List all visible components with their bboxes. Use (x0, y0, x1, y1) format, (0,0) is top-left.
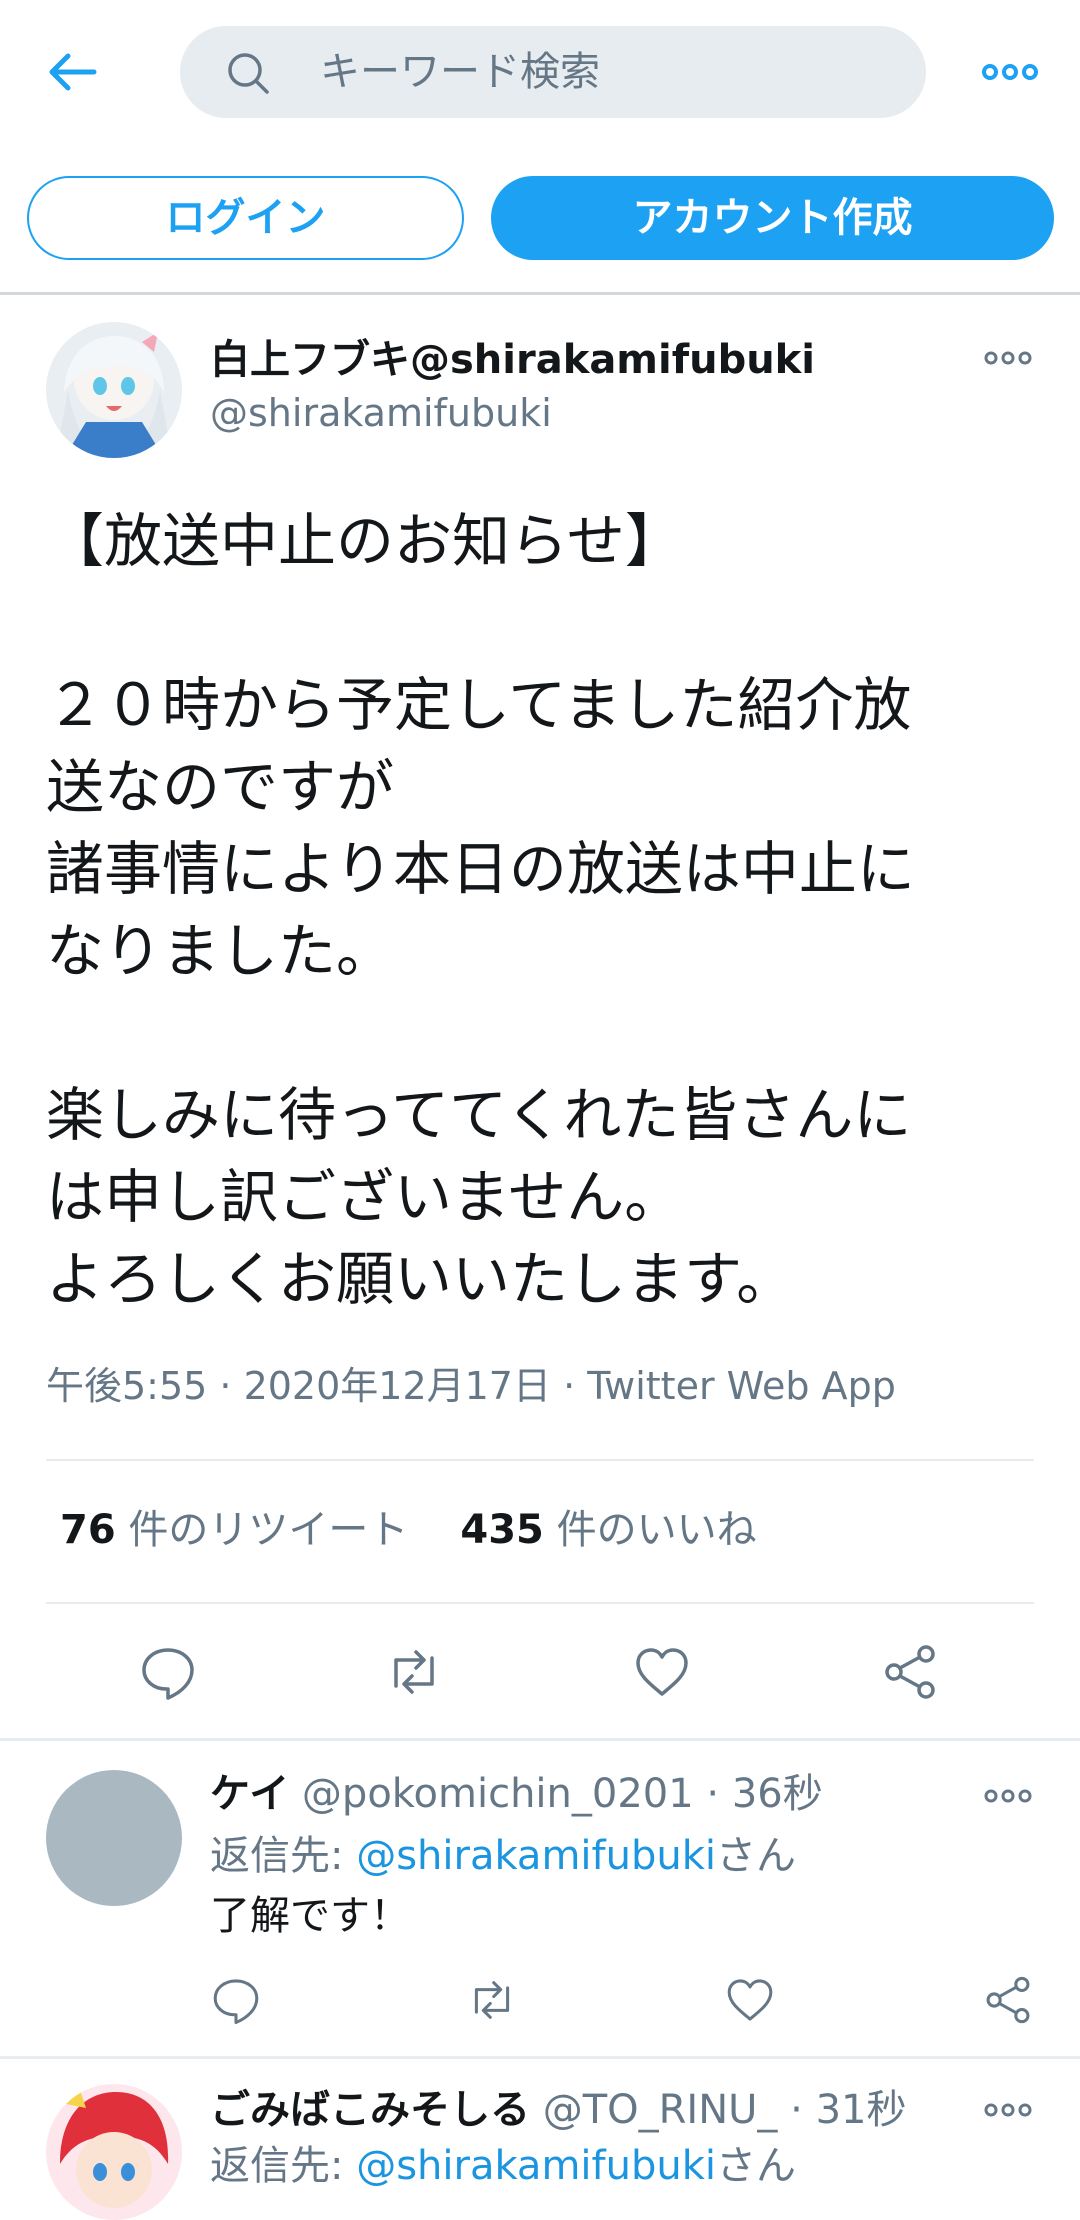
reply-text: 了解です！ (210, 1893, 410, 1939)
retweet-icon[interactable] (384, 1642, 444, 1702)
like-stat[interactable]: 435 件のいいね (460, 1507, 756, 1553)
tweet-stats: 76 件のリツイート 435 件のいいね (60, 1506, 757, 1554)
divider (46, 1602, 1034, 1604)
reply-icon[interactable] (138, 1642, 198, 1702)
author-handle[interactable]: @shirakamifubuki (210, 390, 552, 436)
reply-time: · 31秒 (790, 2087, 907, 2133)
divider (46, 1459, 1034, 1461)
share-icon[interactable] (880, 1642, 940, 1702)
back-arrow-icon[interactable] (44, 50, 100, 94)
retweet-icon[interactable] (466, 1974, 518, 2026)
reply-author-name[interactable]: ケイ (210, 1771, 289, 1817)
reply-author-name[interactable]: ごみばこみそしる (210, 2087, 530, 2133)
like-count: 435 (460, 1507, 544, 1553)
like-icon[interactable] (632, 1642, 692, 1702)
divider (0, 1738, 1080, 1741)
reply-to-link[interactable]: @shirakamifubuki (356, 2143, 716, 2189)
avatar[interactable] (46, 2084, 182, 2220)
avatar[interactable] (46, 1770, 182, 1906)
reply-to-suffix: さん (715, 1833, 796, 1879)
header-divider (0, 292, 1080, 295)
avatar[interactable] (46, 322, 182, 458)
like-label: 件のいいね (556, 1507, 757, 1553)
reply-time: · 36秒 (706, 1771, 823, 1817)
login-button[interactable]: ログイン (27, 176, 464, 260)
reply-to-prefix: 返信先: (210, 1833, 357, 1879)
reply-actions (0, 1974, 1080, 2034)
tweet-text: 【放送中止のお知らせ】 ２０時から予定してました紹介放 送なのですが 諸事情によ… (46, 507, 915, 1313)
more-options-icon[interactable] (982, 58, 1038, 86)
share-icon[interactable] (982, 1974, 1034, 2026)
reply-to-line: 返信先: @shirakamifubukiさん (210, 1832, 796, 1880)
search-input[interactable]: キーワード検索 (180, 26, 926, 118)
reply-header: ごみばこみそしる @TO_RINU_ · 31秒 (210, 2086, 906, 2134)
reply-author-handle[interactable]: @pokomichin_0201 (302, 1771, 694, 1817)
retweet-label: 件のリツイート (128, 1507, 409, 1553)
tweet-actions (0, 1642, 1080, 1702)
retweet-count: 76 (60, 1507, 116, 1553)
retweet-stat[interactable]: 76 件のリツイート (60, 1507, 408, 1553)
reply-to-link[interactable]: @shirakamifubuki (356, 1833, 716, 1879)
search-icon (226, 51, 270, 95)
divider (0, 2056, 1080, 2059)
tweet-more-icon[interactable] (984, 348, 1032, 368)
reply-icon[interactable] (210, 1974, 262, 2026)
author-name[interactable]: 白上フブキ@shirakamifubuki (210, 336, 815, 384)
like-icon[interactable] (724, 1974, 776, 2026)
tweet-timestamp[interactable]: 午後5:55 · 2020年12月17日 · Twitter Web App (46, 1362, 896, 1410)
search-placeholder: キーワード検索 (320, 49, 600, 95)
signup-button[interactable]: アカウント作成 (491, 176, 1054, 260)
auth-buttons: ログイン アカウント作成 (0, 176, 1080, 260)
reply-author-handle[interactable]: @TO_RINU_ (543, 2087, 778, 2133)
reply-more-icon[interactable] (984, 2100, 1032, 2120)
reply-to-prefix: 返信先: (210, 2143, 357, 2189)
reply-to-line: 返信先: @shirakamifubukiさん (210, 2142, 796, 2190)
reply-more-icon[interactable] (984, 1786, 1032, 1806)
reply-to-suffix: さん (715, 2143, 796, 2189)
top-bar: キーワード検索 (0, 0, 1080, 145)
reply-header: ケイ @pokomichin_0201 · 36秒 (210, 1770, 823, 1818)
